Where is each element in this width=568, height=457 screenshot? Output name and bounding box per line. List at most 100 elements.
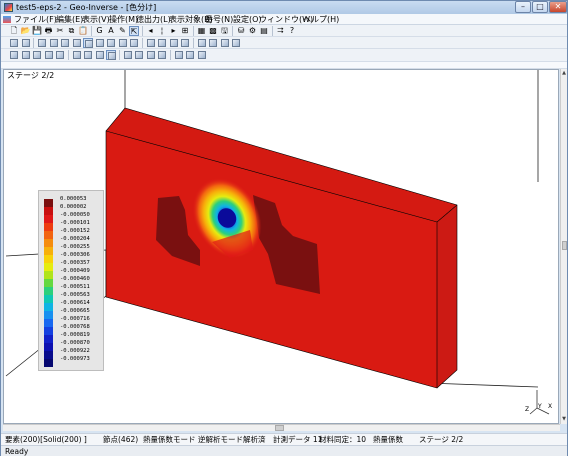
- toolbar-separator: [232, 26, 233, 36]
- toolbar-spacer: [1, 62, 567, 69]
- box-icon[interactable]: [37, 38, 47, 48]
- horizontal-scroll-thumb[interactable]: [275, 425, 284, 431]
- text-a-icon[interactable]: A: [106, 26, 116, 36]
- legend-value: -0.000409: [60, 268, 90, 274]
- help-cursor-icon[interactable]: ?: [287, 26, 297, 36]
- legend-value: -0.000973: [60, 356, 90, 362]
- v-icon[interactable]: [106, 38, 116, 48]
- legend-swatch: [44, 319, 53, 327]
- paste-icon[interactable]: 📋: [78, 26, 88, 36]
- menu-help[interactable]: ヘルプ(H): [303, 14, 339, 25]
- turn-right-icon[interactable]: [44, 50, 54, 60]
- g-icon[interactable]: G: [95, 26, 105, 36]
- axis-icon[interactable]: [9, 38, 19, 48]
- legend-swatch: [44, 215, 53, 223]
- app-icon: [4, 3, 13, 12]
- frame-icon[interactable]: [157, 50, 167, 60]
- vscale-icon[interactable]: ¦: [157, 26, 167, 36]
- move-icon[interactable]: [55, 50, 65, 60]
- model-info-bar: 要素(200)[Solid(200) ] 節点(462) 熱量係数モード 逆解析…: [1, 433, 567, 445]
- bars2-icon[interactable]: [129, 38, 139, 48]
- menu-edit[interactable]: 編集(E): [56, 14, 83, 25]
- legend-swatch: [44, 207, 53, 215]
- zoom-in-icon[interactable]: [72, 50, 82, 60]
- grid-off-icon[interactable]: [123, 50, 133, 60]
- scroll-down-icon[interactable]: ▼: [561, 415, 567, 423]
- arrows-icon[interactable]: ⮆: [276, 26, 286, 36]
- vertical-scrollbar[interactable]: ▲ ▼: [560, 69, 567, 424]
- copy-icon[interactable]: ⧉: [67, 26, 77, 36]
- cursor-icon[interactable]: ⇱: [129, 26, 139, 36]
- model-viewport[interactable]: ステージ 2/2 0.000053 0.000002 -0.000050 -0.…: [3, 69, 559, 424]
- new-icon[interactable]: 🗋: [9, 26, 19, 36]
- cut-icon[interactable]: ✂: [55, 26, 65, 36]
- horizontal-scrollbar[interactable]: [3, 424, 560, 431]
- table-icon[interactable]: ▤: [259, 26, 269, 36]
- close-button[interactable]: ✕: [549, 1, 567, 13]
- solid-block: [105, 107, 458, 389]
- menu-bar: ファイル(F) 編集(E) 表示(V) 操作(M) 徳出力(L) 表示対象(B)…: [1, 14, 567, 25]
- legend-value: -0.000511: [60, 284, 90, 290]
- mesh-icon[interactable]: [95, 38, 105, 48]
- legend-value: -0.000819: [60, 332, 90, 338]
- save-icon[interactable]: 💾: [32, 26, 42, 36]
- menu-output[interactable]: 徳出力(L): [136, 14, 171, 25]
- menu-settings[interactable]: 設定(O): [233, 14, 262, 25]
- tilt-icon[interactable]: [197, 38, 207, 48]
- color-map-icon[interactable]: ▩: [208, 26, 218, 36]
- grid-icon[interactable]: ▦: [197, 26, 207, 36]
- legend-swatch: [44, 335, 53, 343]
- gear-icon[interactable]: ⚙: [248, 26, 258, 36]
- wave-icon[interactable]: [180, 38, 190, 48]
- rotate-right-icon[interactable]: [21, 50, 31, 60]
- blue-icon[interactable]: [231, 38, 241, 48]
- save-red-icon[interactable]: 🖫: [220, 26, 230, 36]
- open-icon[interactable]: 📂: [21, 26, 31, 36]
- menu-number[interactable]: 番号(N): [205, 14, 233, 25]
- fill-icon[interactable]: [21, 38, 31, 48]
- layers-icon[interactable]: [72, 38, 82, 48]
- toolbar-separator: [67, 50, 69, 60]
- bars-icon[interactable]: [118, 38, 128, 48]
- grid2-icon[interactable]: [83, 38, 93, 48]
- document-icon[interactable]: [3, 16, 11, 23]
- box-off-icon[interactable]: [134, 50, 144, 60]
- cube-icon[interactable]: [220, 38, 230, 48]
- view-front-icon[interactable]: [95, 50, 105, 60]
- hist-icon[interactable]: [157, 38, 167, 48]
- next-icon[interactable]: ▸: [169, 26, 179, 36]
- legend-value: -0.000870: [60, 340, 90, 346]
- legend-swatch: [44, 271, 53, 279]
- minimize-button[interactable]: –: [515, 1, 531, 13]
- plot-icon[interactable]: [169, 38, 179, 48]
- legend-swatch: [44, 239, 53, 247]
- calc-icon[interactable]: ⊞: [180, 26, 190, 36]
- yellow-icon[interactable]: [60, 38, 70, 48]
- toolbar-view: [1, 49, 567, 62]
- axis-triad: Z Y X: [524, 388, 554, 416]
- green-icon[interactable]: [49, 38, 59, 48]
- iso-icon[interactable]: [146, 38, 156, 48]
- legend-value: 0.000053: [60, 196, 87, 202]
- pen-icon[interactable]: ✎: [118, 26, 128, 36]
- menu-operate[interactable]: 操作(M): [109, 14, 138, 25]
- db-icon[interactable]: ⛁: [236, 26, 246, 36]
- prev-icon[interactable]: ◂: [146, 26, 156, 36]
- menu-view[interactable]: 表示(V): [82, 14, 110, 25]
- fill-off-icon[interactable]: [197, 50, 207, 60]
- legend-value: -0.000152: [60, 228, 90, 234]
- legend-swatch: [44, 279, 53, 287]
- pen-off-icon[interactable]: [174, 50, 184, 60]
- vertical-scroll-thumb[interactable]: [562, 241, 567, 250]
- turn-left-icon[interactable]: [32, 50, 42, 60]
- red-box-icon[interactable]: [146, 50, 156, 60]
- scroll-up-icon[interactable]: ▲: [561, 69, 567, 77]
- zoom-out-icon[interactable]: [83, 50, 93, 60]
- eraser-icon[interactable]: [185, 50, 195, 60]
- maximize-button[interactable]: □: [532, 1, 548, 13]
- view-select-icon[interactable]: [106, 50, 116, 60]
- rotate-left-icon[interactable]: [9, 50, 19, 60]
- bars3-icon[interactable]: [208, 38, 218, 48]
- print-icon[interactable]: 🖶: [44, 26, 54, 36]
- menu-file[interactable]: ファイル(F): [14, 14, 57, 25]
